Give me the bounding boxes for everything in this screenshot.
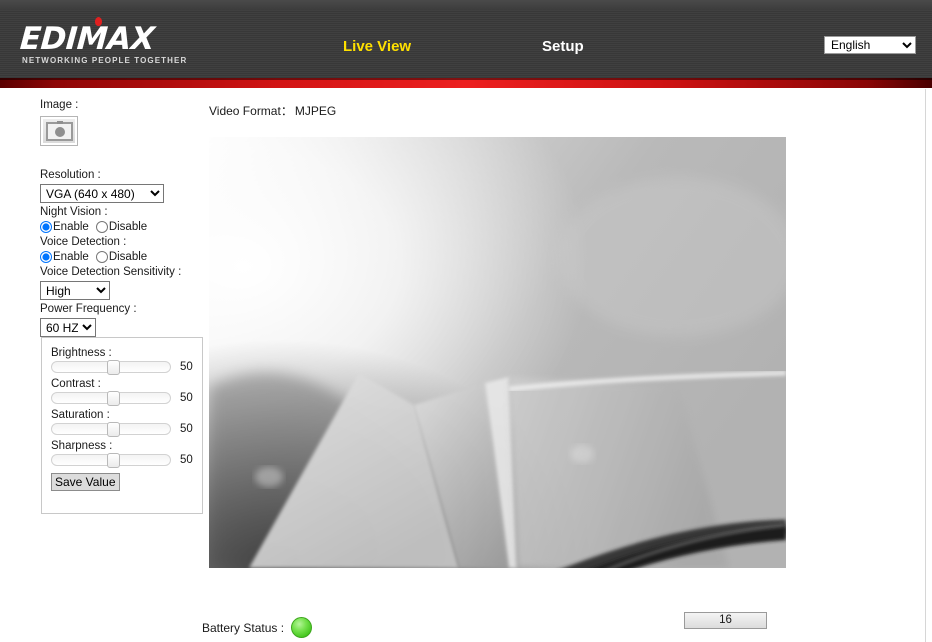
voice-detection-label: Voice Detection :: [40, 236, 127, 248]
image-adjust-panel: Brightness : 50 Contrast : 50 Saturation…: [41, 337, 203, 514]
resolution-label: Resolution :: [40, 169, 101, 181]
page-header: EDIMAX NETWORKING PEOPLE TOGETHER Live V…: [0, 0, 932, 78]
voice-detection-disable-label: Disable: [108, 251, 148, 263]
voice-detection-enable-radio[interactable]: [40, 251, 52, 263]
video-format-line: Video Format： MJPEG: [209, 102, 336, 119]
camera-icon: [46, 121, 73, 141]
brightness-slider-thumb[interactable]: [107, 360, 120, 375]
battery-status-led-icon: [291, 617, 313, 638]
night-vision-disable-label: Disable: [108, 221, 148, 233]
saturation-label: Saturation :: [51, 409, 110, 421]
contrast-slider-thumb[interactable]: [107, 391, 120, 406]
power-frequency-select[interactable]: 60 HZ: [40, 318, 96, 337]
counter-button[interactable]: 16: [684, 612, 767, 629]
brightness-label: Brightness :: [51, 347, 112, 359]
logo-tagline: NETWORKING PEOPLE TOGETHER: [22, 56, 188, 65]
sharpness-slider[interactable]: [51, 453, 171, 468]
contrast-slider-row: 50: [51, 391, 202, 406]
night-vision-radio-group: Enable Disable: [40, 221, 210, 233]
night-vision-label: Night Vision :: [40, 206, 108, 218]
live-video-frame[interactable]: [209, 137, 786, 568]
brightness-slider-row: 50: [51, 360, 202, 375]
brightness-value: 50: [180, 361, 193, 373]
voice-sensitivity-select[interactable]: High: [40, 281, 110, 300]
control-sidebar: Image : Resolution : VGA (640 x 480) Nig…: [40, 98, 210, 339]
video-format-value: MJPEG: [294, 104, 337, 118]
saturation-slider-thumb[interactable]: [107, 422, 120, 437]
voice-detection-radio-group: Enable Disable: [40, 251, 210, 263]
video-format-label: Video Format：: [209, 104, 293, 118]
night-vision-enable-label: Enable: [53, 221, 89, 233]
live-video-stream: [209, 137, 786, 568]
brightness-slider[interactable]: [51, 360, 171, 375]
power-frequency-label: Power Frequency :: [40, 303, 137, 315]
sharpness-slider-thumb[interactable]: [107, 453, 120, 468]
contrast-slider[interactable]: [51, 391, 171, 406]
language-select[interactable]: English: [824, 36, 916, 54]
voice-detection-disable-radio[interactable]: [95, 251, 108, 263]
nav-setup[interactable]: Setup: [542, 38, 584, 55]
sharpness-label: Sharpness :: [51, 440, 113, 452]
save-value-button[interactable]: Save Value: [51, 473, 120, 491]
sharpness-slider-row: 50: [51, 453, 202, 468]
header-accent-bar: [0, 78, 932, 89]
snapshot-button[interactable]: [40, 116, 78, 146]
nav-live-view[interactable]: Live View: [343, 38, 411, 55]
voice-detection-enable-label: Enable: [53, 251, 89, 263]
saturation-slider-row: 50: [51, 422, 202, 437]
brand-logo: EDIMAX NETWORKING PEOPLE TOGETHER: [18, 17, 280, 68]
night-vision-disable-radio[interactable]: [95, 221, 108, 233]
image-label: Image :: [40, 99, 79, 111]
resolution-select[interactable]: VGA (640 x 480): [40, 184, 164, 203]
saturation-value: 50: [180, 423, 193, 435]
contrast-value: 50: [180, 392, 193, 404]
sharpness-value: 50: [180, 454, 193, 466]
saturation-slider[interactable]: [51, 422, 171, 437]
logo-wordmark: EDIMAX: [18, 21, 156, 57]
contrast-label: Contrast :: [51, 378, 101, 390]
battery-status-row: Battery Status :: [202, 617, 313, 638]
night-vision-enable-radio[interactable]: [40, 221, 52, 233]
battery-status-label: Battery Status :: [202, 620, 285, 635]
voice-sensitivity-label: Voice Detection Sensitivity :: [40, 266, 182, 278]
